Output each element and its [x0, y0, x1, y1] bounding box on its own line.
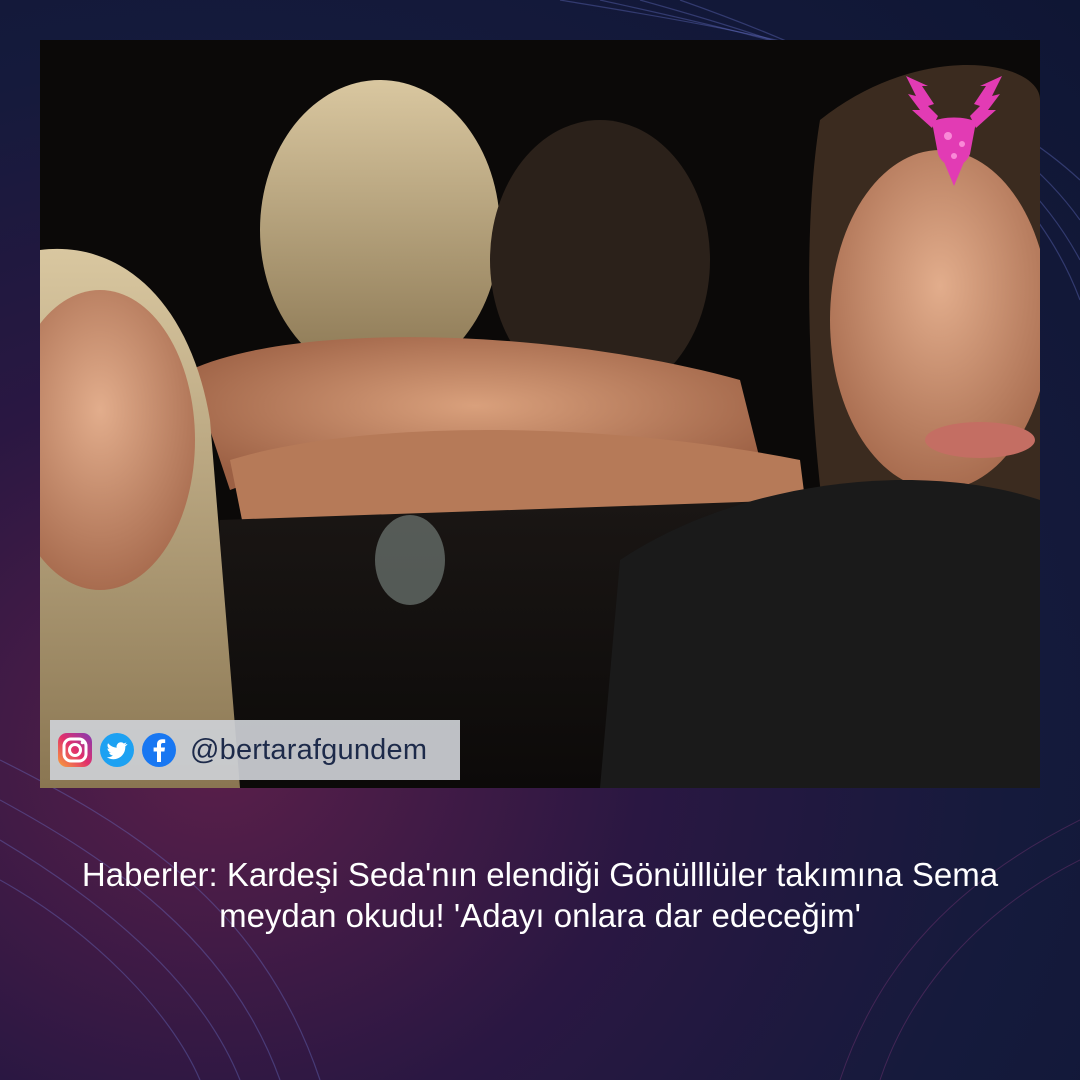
news-headline: Haberler: Kardeşi Seda'nın elendiği Gönü… — [81, 856, 999, 934]
social-handle-bar: @bertarafgundem — [50, 720, 460, 780]
instagram-icon[interactable] — [56, 731, 94, 769]
social-handle[interactable]: @bertarafgundem — [190, 734, 427, 767]
facebook-icon[interactable] — [140, 731, 178, 769]
brand-logo — [906, 76, 1002, 186]
news-photo — [40, 40, 1040, 788]
twitter-icon[interactable] — [98, 731, 136, 769]
